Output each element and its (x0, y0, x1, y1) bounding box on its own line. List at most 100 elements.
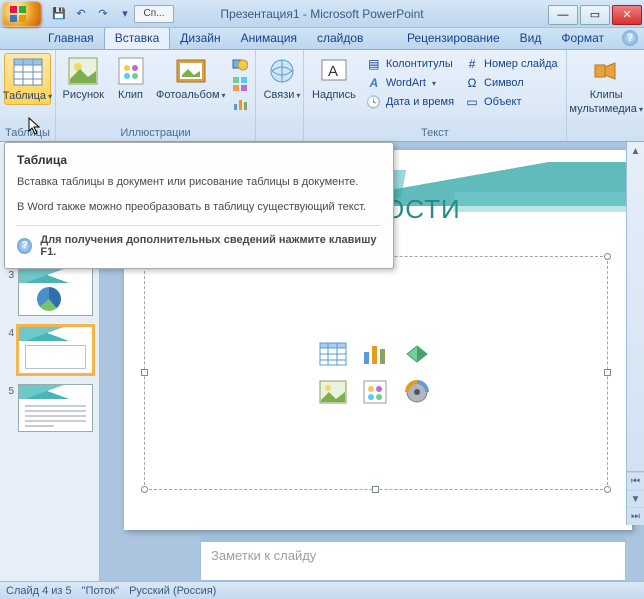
spellcheck-button[interactable]: Сп... (134, 5, 174, 23)
insert-chart-icon[interactable] (359, 339, 391, 369)
photoalbum-icon (175, 55, 207, 87)
next-slide-button[interactable]: ⏭ (627, 507, 644, 525)
links-button[interactable]: Связи (260, 53, 304, 103)
clip-button[interactable]: Клип (109, 53, 153, 103)
header-footer-icon: ▤ (366, 56, 382, 72)
vertical-scrollbar[interactable]: ▲ ⏮ ▼ ⏭ (626, 142, 644, 525)
tab-animation[interactable]: Анимация (231, 28, 307, 49)
help-badge-icon: ? (17, 238, 32, 254)
datetime-button[interactable]: 🕓Дата и время (362, 93, 458, 111)
screentip-title: Таблица (17, 153, 381, 167)
insert-table-icon[interactable] (317, 339, 349, 369)
svg-text:A: A (328, 63, 338, 80)
thumbnail-row: 4 (6, 326, 93, 374)
group-tables: Таблица Таблицы (0, 50, 56, 141)
insert-picture-icon[interactable] (317, 377, 349, 407)
thumbnail-4[interactable] (18, 326, 93, 374)
content-placeholder[interactable] (144, 256, 608, 490)
tab-format[interactable]: Формат (551, 28, 614, 49)
tab-review[interactable]: Рецензирование (397, 28, 510, 49)
links-button-label: Связи (264, 89, 301, 101)
group-text-label: Текст (308, 125, 562, 141)
window-title: Презентация1 - Microsoft PowerPoint (220, 7, 423, 21)
insert-smartart-icon[interactable] (401, 339, 433, 369)
tab-home[interactable]: Главная (38, 28, 104, 49)
qat-customize-icon[interactable]: ▾ (116, 5, 134, 23)
tab-insert[interactable]: Вставка (104, 27, 171, 49)
office-button[interactable] (2, 1, 42, 27)
textbox-button[interactable]: A Надпись (308, 53, 360, 103)
status-language[interactable]: Русский (Россия) (129, 585, 216, 597)
wordart-label: WordArt (386, 77, 426, 89)
close-button[interactable]: ✕ (612, 5, 642, 25)
slide-number-icon: # (464, 56, 480, 72)
thumbnail-number: 3 (6, 268, 14, 281)
quick-access-toolbar: 💾 ↶ ↷ ▾ (50, 5, 134, 23)
chart-icon[interactable] (231, 95, 249, 113)
status-bar: Слайд 4 из 5 "Поток" Русский (Россия) (0, 581, 644, 599)
textbox-button-label: Надпись (312, 89, 356, 101)
media-button[interactable]: Клипы мультимедиа (571, 53, 642, 117)
status-slide-count: Слайд 4 из 5 (6, 585, 72, 597)
screentip-help: ? Для получения дополнительных сведений … (17, 225, 381, 258)
media-button-label-2: мультимедиа (569, 103, 643, 115)
picture-icon (67, 55, 99, 87)
wordart-icon: A (366, 75, 382, 91)
status-theme: "Поток" (82, 585, 119, 597)
textbox-icon: A (318, 55, 350, 87)
minimize-button[interactable]: — (548, 5, 578, 25)
help-icon[interactable]: ? (622, 30, 638, 46)
insert-clipart-icon[interactable] (359, 377, 391, 407)
tab-view[interactable]: Вид (510, 28, 552, 49)
symbol-button[interactable]: ΩСимвол (460, 74, 562, 92)
group-text: A Надпись ▤ Колонтитулы A WordArt 🕓Дата и … (304, 50, 567, 141)
prev-slide-button[interactable]: ⏮ (627, 472, 644, 490)
header-footer-button[interactable]: ▤ Колонтитулы (362, 55, 458, 73)
title-bar: 💾 ↶ ↷ ▾ Презентация1 - Microsoft PowerPo… (0, 0, 644, 28)
thumbnail-3[interactable] (18, 268, 93, 316)
group-links: Связи . (256, 50, 304, 141)
wordart-button[interactable]: A WordArt (362, 74, 458, 92)
object-button[interactable]: ▭ Объект (460, 93, 562, 111)
table-button-label: Таблица (3, 90, 52, 102)
insert-media-icon[interactable] (401, 377, 433, 407)
redo-icon[interactable]: ↷ (94, 5, 112, 23)
thumbnail-5[interactable] (18, 384, 93, 432)
group-tables-label: Таблицы (4, 125, 51, 141)
shapes-column (229, 53, 251, 115)
slide-title-fragment: ОСТИ (384, 194, 461, 225)
links-icon (266, 55, 298, 87)
save-icon[interactable]: 💾 (50, 5, 68, 23)
media-button-label-1: Клипы (590, 89, 623, 101)
tab-design[interactable]: Дизайн (170, 28, 230, 49)
clip-button-label: Клип (118, 89, 143, 101)
header-footer-label: Колонтитулы (386, 58, 453, 70)
thumbnail-number: 4 (6, 326, 14, 339)
photoalbum-button[interactable]: Фотоальбом (155, 53, 228, 103)
object-label: Объект (484, 96, 521, 108)
screentip-desc-2: В Word также можно преобразовать в табли… (17, 200, 381, 215)
scroll-track[interactable] (627, 160, 644, 471)
screentip-f1-text: Для получения дополнительных сведений на… (40, 234, 381, 258)
table-button[interactable]: Таблица (4, 53, 51, 105)
screentip-desc-1: Вставка таблицы в документ или рисование… (17, 175, 381, 190)
thumbnail-row: 5 (6, 384, 93, 432)
scroll-down-icon[interactable]: ▼ (627, 490, 644, 508)
slide-number-button[interactable]: #Номер слайда (460, 55, 562, 73)
maximize-button[interactable]: ▭ (580, 5, 610, 25)
smartart-icon[interactable] (231, 75, 249, 93)
picture-button[interactable]: Рисунок (60, 53, 107, 103)
shapes-icon[interactable] (231, 55, 249, 73)
ribbon: Таблица Таблицы Рисунок Клип (0, 50, 644, 142)
table-icon (12, 56, 44, 88)
notes-pane[interactable]: Заметки к слайду (200, 541, 626, 581)
object-icon: ▭ (464, 94, 480, 110)
datetime-label: Дата и время (386, 96, 454, 108)
table-screentip: Таблица Вставка таблицы в документ или р… (4, 142, 394, 269)
scroll-up-icon[interactable]: ▲ (627, 142, 644, 160)
clip-icon (115, 55, 147, 87)
symbol-label: Символ (484, 77, 524, 89)
undo-icon[interactable]: ↶ (72, 5, 90, 23)
photoalbum-button-label: Фотоальбом (156, 89, 226, 101)
media-icon (590, 55, 622, 87)
